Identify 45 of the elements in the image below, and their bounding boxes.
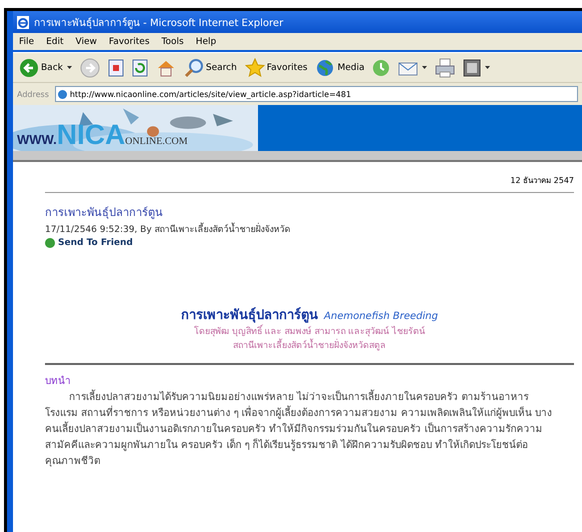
menu-item[interactable]: Help <box>196 36 216 46</box>
article-heading-english: Anemonefish Breeding <box>324 311 438 322</box>
browser-icon <box>17 16 29 28</box>
window-title: การเพาะพันธุ์ปลาการ์ตูน - Microsoft Internet Explorer <box>34 16 284 30</box>
send-to-friend-link[interactable]: Send To Friend <box>45 238 574 248</box>
caret-icon <box>66 66 72 69</box>
article-heading: การเพาะพันธุ์ปลาการ์ตูน <box>181 306 318 324</box>
author-line: สถานีเพาะเลี้ยงสัตว์น้ำชายฝั่งจังหวัดสตูล <box>45 339 574 353</box>
menu-item[interactable]: File <box>19 36 34 46</box>
address-label: Address <box>17 90 49 98</box>
caret-icon <box>422 66 428 69</box>
edit-icon <box>463 58 482 76</box>
bullet-icon <box>45 238 55 248</box>
search-icon <box>184 58 204 78</box>
toolbar-button[interactable] <box>106 58 126 76</box>
body-paragraph: การเลี้ยงปลาสวยงามได้รับความนิยมอย่างแพร่หลาย ไม่ว่าจะเป็นการเลี้ยงภายในครอบครัว ตามร้านอาหาร โรงแรม สถานที่ราชการ หรือหน่วยงานต่าง ๆ เพื่อจากผู้เลี้ยงต้องการความสวยงาม ความเพลิดเพลินให้แก่ผู้พบเห็น บางคนเลี้ยงปลาสวยงามเป็นงานอดิเรกภายในครอบครัว ทำให้มีกิจกรรมร่วมกันในครอบครัว เป็นการสร้างความรักความสามัคคีและความผูกพันภายใน ครอบครัว เด็ก ๆ ก็ได้เรียนรู้ธรรมชาติ ได้ฝึกความรับผิดชอบ ทำให้เกิดประโยชน์ต่อคุณภาพชีวิต <box>45 390 574 470</box>
menu-item[interactable]: View <box>76 36 97 46</box>
toolbar-button[interactable]: Media <box>313 58 366 78</box>
toolbar-button[interactable]: Search <box>182 58 239 78</box>
menu-item[interactable]: Edit <box>46 36 64 46</box>
section-heading: บทนำ <box>45 374 72 388</box>
toolbar-button[interactable] <box>433 58 458 78</box>
date-text: 12 ธันวาคม 2547 <box>509 175 574 187</box>
toolbar-button[interactable]: Back <box>17 58 74 78</box>
history-icon <box>372 58 390 76</box>
address-field[interactable]: http://www.nicaonline.com/articles/site/view_article.asp?idarticle=481 <box>54 86 578 102</box>
menu-item[interactable]: Favorites <box>108 36 150 46</box>
logo-prefix: WWW. <box>17 132 57 147</box>
toolbar-button[interactable] <box>461 58 492 76</box>
page-icon <box>58 90 67 98</box>
menu-item[interactable]: Tools <box>162 36 184 46</box>
page-icon <box>108 58 124 76</box>
author-line: โดยสุพัฒ บุญสิทธิ์ และ สมพงษ์ สามารถ และสุวัฒน์ ไชยรัตน์ <box>45 325 574 339</box>
home-icon <box>156 58 176 76</box>
globe-icon <box>315 58 336 78</box>
refresh-icon <box>132 58 148 76</box>
logo-word: NICA <box>56 121 126 149</box>
caret-icon <box>485 66 490 69</box>
printer-icon <box>435 58 456 78</box>
article-link[interactable]: การเพาะพันธุ์ปลาการ์ตูน <box>45 203 574 221</box>
toolbar-button[interactable]: Favorites <box>242 58 310 78</box>
article-meta: 17/11/2546 9:52:39, By สถานีเพาะเลี้ยงสัตว์น้ำชายฝั่งจังหวัด <box>45 222 574 236</box>
star-icon <box>244 58 265 78</box>
toolbar-button[interactable] <box>130 58 150 76</box>
logo-suffix: ONLINE.COM <box>125 136 188 147</box>
